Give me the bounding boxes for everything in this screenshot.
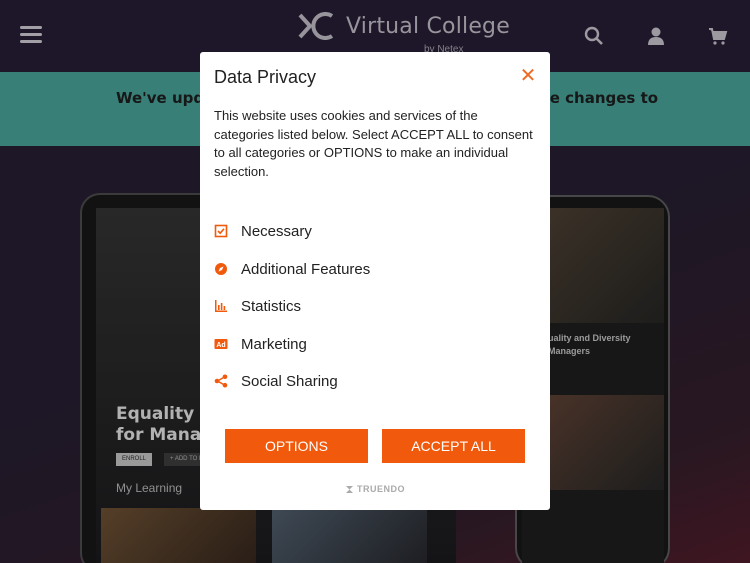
category-label: Marketing — [241, 335, 307, 353]
category-social-sharing[interactable]: Social Sharing — [214, 371, 338, 391]
category-label: Additional Features — [241, 260, 371, 278]
share-icon — [214, 374, 228, 388]
ad-icon: Ad — [214, 339, 228, 349]
category-label: Statistics — [241, 297, 302, 315]
svg-text:Ad: Ad — [216, 342, 225, 349]
accept-all-button[interactable]: ACCEPT ALL — [382, 429, 525, 463]
brand-label: TRUENDO — [357, 484, 405, 494]
truendo-brand[interactable]: TRUENDO — [345, 484, 405, 494]
category-label: Social Sharing — [241, 372, 338, 390]
truendo-logo-icon — [346, 485, 353, 493]
category-marketing[interactable]: Ad Marketing — [214, 334, 307, 354]
category-additional-features[interactable]: Additional Features — [214, 259, 370, 279]
dialog-title: Data Privacy — [214, 67, 317, 87]
category-statistics[interactable]: Statistics — [214, 296, 301, 316]
category-label: Necessary — [241, 222, 312, 240]
bar-chart-icon — [215, 300, 227, 312]
close-icon[interactable]: ✕ — [518, 66, 538, 86]
category-necessary[interactable]: Necessary — [214, 221, 312, 241]
compass-icon — [215, 263, 227, 275]
dialog-description: This website uses cookies and services o… — [214, 108, 533, 179]
checkbox-icon — [214, 224, 228, 238]
data-privacy-dialog: Data Privacy ✕ This website uses cookies… — [200, 52, 550, 510]
options-button[interactable]: OPTIONS — [225, 429, 368, 463]
